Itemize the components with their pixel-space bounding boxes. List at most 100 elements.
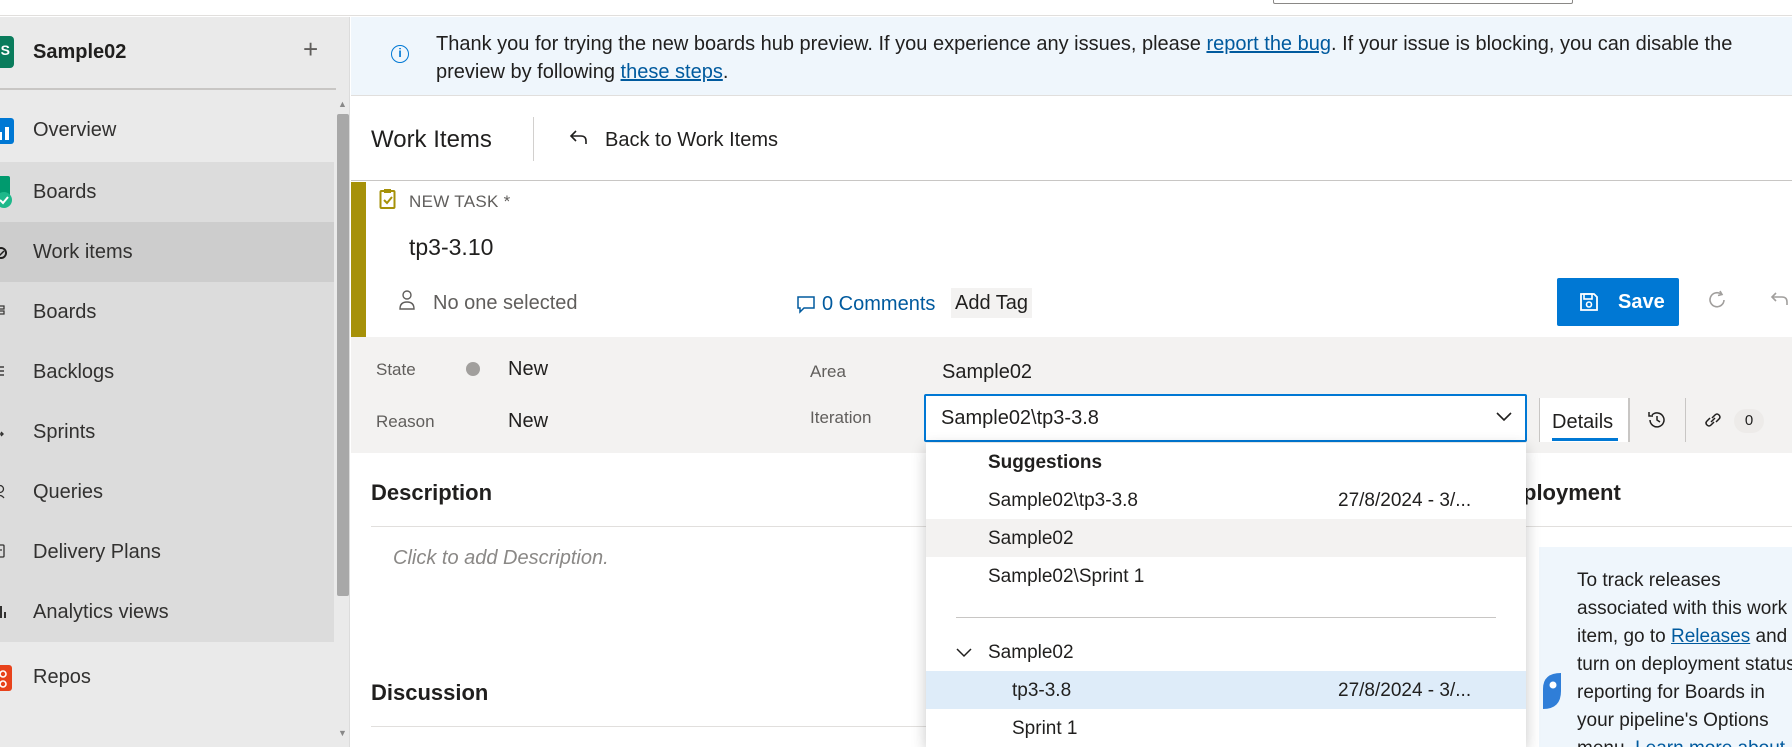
reason-field[interactable]: New (508, 410, 548, 433)
option-name: Sprint 1 (1012, 718, 1078, 739)
work-item-type: NEW TASK * (409, 192, 511, 211)
sidebar-item-label: Boards (33, 181, 97, 203)
releases-link[interactable]: Releases (1671, 626, 1750, 647)
sidebar-item-label: Repos (33, 666, 91, 688)
sidebar-item-analytics-views[interactable]: Analytics views (0, 582, 334, 642)
dropdown-option[interactable]: Sample02\tp3-3.8 27/8/2024 - 3/... (926, 481, 1526, 519)
tab-details[interactable]: Details (1539, 398, 1629, 442)
banner-text-before: Thank you for trying the new boards hub … (436, 33, 1207, 55)
chevron-down-icon[interactable] (955, 646, 973, 660)
sidebar: S Sample02 + Overview Boards Work items (0, 17, 350, 747)
report-bug-link[interactable]: report the bug (1206, 33, 1331, 55)
option-date: 27/8/2024 - 3/... (1338, 680, 1472, 701)
sidebar-item-work-items[interactable]: Work items (0, 222, 334, 282)
tab-links[interactable]: 0 (1685, 398, 1792, 442)
project-name[interactable]: Sample02 (33, 41, 126, 64)
sidebar-item-label: Queries (33, 481, 104, 503)
refresh-icon[interactable] (1706, 289, 1728, 311)
assigned-to-field[interactable]: No one selected (433, 292, 578, 315)
task-color-bar (351, 182, 366, 337)
save-button[interactable]: Save (1557, 278, 1679, 326)
project-divider (0, 88, 336, 90)
add-tag-button[interactable]: Add Tag (951, 288, 1033, 318)
sidebar-item-label: Backlogs (33, 361, 115, 383)
learn-more-link[interactable]: Learn more about (1635, 738, 1785, 747)
task-icon (379, 189, 396, 209)
pipelines-icon (1543, 673, 1561, 709)
dropdown-option[interactable]: Sample02 (926, 519, 1526, 557)
top-search-box[interactable] (1273, 0, 1573, 4)
tab-history[interactable] (1629, 398, 1685, 442)
option-name: Sample02 (988, 642, 1074, 663)
top-bar (0, 0, 1792, 16)
tree-node-root[interactable]: Sample02 (926, 633, 1526, 671)
state-field[interactable]: New (508, 358, 548, 381)
iteration-label: Iteration (810, 408, 872, 427)
sidebar-item-label: Delivery Plans (33, 541, 161, 563)
sidebar-scrollbar-thumb[interactable] (337, 114, 349, 596)
sidebar-item-backlogs[interactable]: Backlogs (0, 342, 334, 402)
comment-icon[interactable] (796, 294, 816, 314)
option-date: 27/8/2024 - 3/... (1338, 490, 1472, 511)
sidebar-item-board[interactable]: Boards (0, 282, 334, 342)
backlogs-icon (0, 366, 4, 376)
sidebar-item-overview[interactable]: Overview (0, 100, 334, 160)
sidebar-item-boards[interactable]: Boards (0, 162, 334, 222)
save-label: Save (1618, 291, 1665, 313)
scroll-up-arrow[interactable]: ▲ (338, 99, 347, 109)
links-count-badge: 0 (1734, 409, 1764, 433)
state-indicator (466, 362, 480, 376)
back-arrow-icon[interactable] (567, 126, 591, 150)
suggestions-header-label: Suggestions (988, 452, 1103, 473)
queries-icon (0, 484, 5, 499)
undo-icon[interactable] (1769, 289, 1791, 311)
project-avatar[interactable]: S (0, 36, 14, 68)
deployment-heading: ployment (1523, 480, 1621, 505)
sidebar-item-label: Work items (33, 241, 133, 263)
iteration-value: Sample02\tp3-3.8 (941, 407, 1099, 429)
deployment-rule (1523, 526, 1792, 527)
description-editor[interactable]: Click to add Description. (393, 547, 609, 570)
sprints-icon (0, 431, 4, 437)
save-icon (1580, 293, 1598, 311)
dropdown-option-selected[interactable]: tp3-3.8 27/8/2024 - 3/... (926, 671, 1526, 709)
option-name: tp3-3.8 (1012, 680, 1072, 701)
work-item-header: NEW TASK * tp3-3.10 No one selected 0 Co… (351, 182, 1792, 337)
iteration-input[interactable]: Sample02\tp3-3.8 (924, 394, 1527, 442)
deployment-message: To track releases associated with this w… (1577, 567, 1792, 747)
scroll-down-arrow[interactable]: ▼ (338, 728, 347, 738)
add-project-button[interactable]: + (303, 36, 318, 62)
sidebar-item-repos[interactable]: Repos (0, 647, 334, 707)
description-heading: Description (371, 480, 493, 505)
sidebar-item-label: Sprints (33, 421, 96, 443)
description-rule (371, 526, 926, 527)
breadcrumb-divider (533, 117, 534, 161)
sidebar-item-label: Analytics views (33, 601, 169, 623)
reason-label: Reason (376, 412, 435, 431)
suggestions-header: Suggestions (926, 443, 1526, 481)
dropdown-option[interactable]: Sprint 1 (926, 709, 1526, 747)
dropdown-option[interactable]: Sample02\Sprint 1 (926, 557, 1526, 595)
preview-banner: i Thank you for trying the new boards hu… (351, 17, 1792, 96)
option-name: Sample02\tp3-3.8 (988, 490, 1138, 511)
back-to-work-items-link[interactable]: Back to Work Items (605, 129, 778, 152)
sidebar-item-sprints[interactable]: Sprints (0, 402, 334, 462)
chevron-down-icon[interactable] (1495, 410, 1513, 424)
area-field[interactable]: Sample02 (942, 361, 1032, 384)
option-name: Sample02 (988, 528, 1074, 549)
work-items-icon (0, 247, 7, 259)
comments-link[interactable]: 0 Comments (822, 293, 935, 316)
sidebar-item-queries[interactable]: Queries (0, 462, 334, 522)
page-title: Work Items (371, 126, 492, 153)
banner-message: Thank you for trying the new boards hub … (436, 30, 1786, 86)
work-item-title[interactable]: tp3-3.10 (409, 234, 493, 261)
sidebar-item-delivery-plans[interactable]: Delivery Plans (0, 522, 334, 582)
these-steps-link[interactable]: these steps (621, 61, 723, 83)
dropdown-divider (956, 617, 1496, 618)
breadcrumb: Work Items Back to Work Items (351, 97, 1792, 181)
history-icon (1648, 412, 1665, 428)
board-icon (0, 305, 5, 315)
deployment-panel: To track releases associated with this w… (1539, 547, 1792, 747)
link-icon (1705, 413, 1721, 427)
discussion-heading: Discussion (371, 680, 489, 705)
